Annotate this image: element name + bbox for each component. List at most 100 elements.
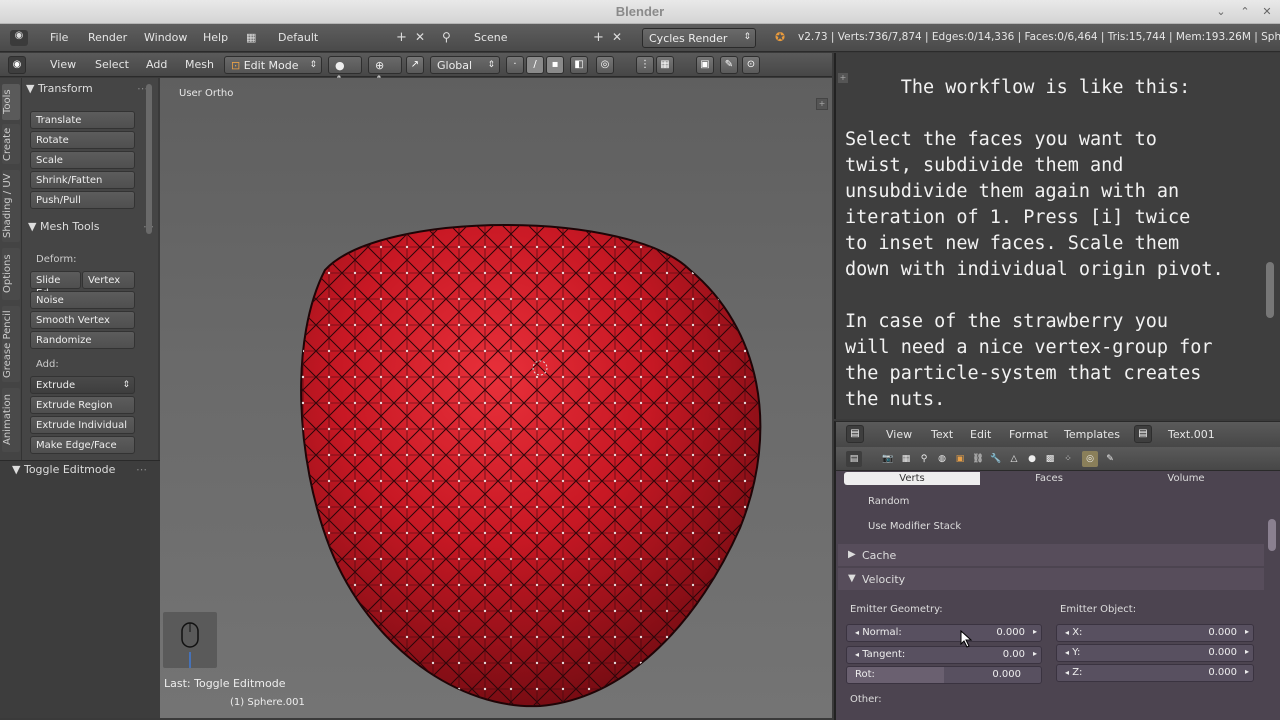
tab-faces[interactable]: Faces	[982, 472, 1116, 485]
text-editor[interactable]: + The workflow is like this: Select the …	[834, 53, 1280, 419]
remove-scene-icon[interactable]: ✕	[612, 30, 622, 44]
noise-button[interactable]: Noise	[30, 291, 135, 309]
close-icon[interactable]: ✕	[1260, 5, 1274, 19]
menu-view[interactable]: View	[50, 58, 76, 71]
rotate-button[interactable]: Rotate	[30, 131, 135, 149]
tab-shading-uv[interactable]: Shading / UV	[2, 170, 20, 242]
text-menu-view[interactable]: View	[886, 428, 912, 441]
text-datablock-icon[interactable]: ▤	[1134, 425, 1152, 443]
text-menu-text[interactable]: Text	[931, 428, 953, 441]
view3d-editor-icon[interactable]: ◉	[8, 56, 26, 74]
maximize-icon[interactable]: ⌃	[1238, 5, 1252, 19]
edge-select-icon[interactable]: /	[526, 56, 544, 74]
slide-edge-button[interactable]: Slide Ed	[30, 271, 81, 299]
snap-icon[interactable]: ⋮	[636, 56, 654, 74]
make-edge-face-button[interactable]: Make Edge/Face	[30, 436, 135, 454]
snap-element-icon[interactable]: ▦	[656, 56, 674, 74]
velocity-panel-header[interactable]: ▼ Velocity	[838, 568, 1264, 590]
tab-verts[interactable]: Verts	[844, 472, 980, 485]
3d-viewport[interactable]: User Ortho + Last: Toggle Editmode (1) S…	[160, 78, 832, 718]
extrude-dropdown[interactable]: Extrude ⇕	[30, 376, 135, 394]
limit-selection-icon[interactable]: ◧	[570, 56, 588, 74]
text-datablock-name[interactable]: Text.001	[1168, 428, 1215, 441]
data-tab-icon[interactable]: △	[1006, 451, 1022, 467]
manipulator-icon[interactable]: ↗	[406, 56, 424, 74]
physics-tab-icon[interactable]: ◎	[1082, 451, 1098, 467]
tab-tools[interactable]: Tools	[2, 84, 20, 120]
translate-button[interactable]: Translate	[30, 111, 135, 129]
camera-icon[interactable]: ⊙	[742, 56, 760, 74]
text-scrollbar[interactable]	[1266, 262, 1274, 318]
menu-add[interactable]: Add	[146, 58, 167, 71]
pin-icon[interactable]: ✎	[1102, 451, 1118, 467]
snap-target-icon[interactable]: ▣	[696, 56, 714, 74]
random-checkbox-label[interactable]: Random	[868, 496, 909, 507]
use-modifier-stack-label[interactable]: Use Modifier Stack	[868, 521, 961, 532]
menu-mesh[interactable]: Mesh	[185, 58, 214, 71]
render-engine-dropdown[interactable]: Cycles Render ⇕	[642, 28, 756, 48]
mode-dropdown[interactable]: ⊡ Edit Mode ⇕	[224, 56, 322, 74]
scene-tab-icon[interactable]: ⚲	[916, 451, 932, 467]
menu-render[interactable]: Render	[88, 31, 127, 44]
render-tab-icon[interactable]: 📷	[880, 451, 896, 467]
vertex-slide-button[interactable]: Vertex	[82, 271, 135, 289]
properties-editor-icon[interactable]: ▤	[846, 451, 862, 467]
remove-screen-icon[interactable]: ✕	[415, 30, 425, 44]
material-tab-icon[interactable]: ●	[1024, 451, 1040, 467]
proportional-edit-icon[interactable]: ◎	[596, 56, 614, 74]
normal-field[interactable]: ◂ Normal: 0.000 ▸	[846, 624, 1042, 642]
drag-handle-icon[interactable]: ⋯	[136, 463, 147, 476]
pivot-dropdown[interactable]: ⊕ ⇕	[368, 56, 402, 85]
mesh-tools-panel-header[interactable]: ▼ Mesh Tools ⋯	[28, 220, 154, 238]
text-content[interactable]: The workflow is like this: Select the fa…	[845, 75, 1265, 413]
extrude-region-button[interactable]: Extrude Region	[30, 396, 135, 414]
menu-window[interactable]: Window	[144, 31, 187, 44]
tool-shelf-scrollbar[interactable]	[146, 84, 152, 234]
menu-help[interactable]: Help	[203, 31, 228, 44]
menu-select[interactable]: Select	[95, 58, 129, 71]
y-field[interactable]: ◂ Y: 0.000 ▸	[1056, 644, 1254, 662]
tab-animation[interactable]: Animation	[2, 388, 20, 452]
world-tab-icon[interactable]: ◍	[934, 451, 950, 467]
menu-file[interactable]: File	[50, 31, 68, 44]
scale-button[interactable]: Scale	[30, 151, 135, 169]
face-select-icon[interactable]: ▪	[546, 56, 564, 74]
transform-panel-header[interactable]: ▼ Transform ⋯	[26, 82, 152, 100]
x-field[interactable]: ◂ X: 0.000 ▸	[1056, 624, 1254, 642]
randomize-button[interactable]: Randomize	[30, 331, 135, 349]
constraints-tab-icon[interactable]: ⛓	[970, 451, 986, 467]
object-tab-icon[interactable]: ▣	[952, 451, 968, 467]
texture-tab-icon[interactable]: ▩	[1042, 451, 1058, 467]
shrink-fatten-button[interactable]: Shrink/Fatten	[30, 171, 135, 189]
text-menu-edit[interactable]: Edit	[970, 428, 991, 441]
add-scene-icon[interactable]: +	[593, 30, 604, 45]
shading-dropdown[interactable]: ● ⇕	[328, 56, 362, 85]
modifiers-tab-icon[interactable]: 🔧	[988, 451, 1004, 467]
z-field[interactable]: ◂ Z: 0.000 ▸	[1056, 664, 1254, 682]
render-preview-icon[interactable]: ✎	[720, 56, 738, 74]
tab-create[interactable]: Create	[2, 124, 20, 164]
cache-panel-header[interactable]: ▶ Cache	[838, 544, 1264, 566]
tab-volume[interactable]: Volume	[1118, 472, 1254, 485]
properties-scrollbar[interactable]	[1268, 519, 1276, 551]
editor-type-icon[interactable]: ◉	[10, 30, 28, 46]
scene-icon[interactable]: ⚲	[442, 30, 451, 44]
extrude-individual-button[interactable]: Extrude Individual	[30, 416, 135, 434]
minimize-icon[interactable]: ⌄	[1214, 5, 1228, 19]
text-menu-format[interactable]: Format	[1009, 428, 1048, 441]
tab-options[interactable]: Options	[2, 248, 20, 300]
add-screen-icon[interactable]: +	[396, 30, 407, 45]
orientation-dropdown[interactable]: Global ⇕	[430, 56, 500, 74]
last-operator-header[interactable]: ▼ Toggle Editmode	[12, 463, 115, 476]
tab-grease-pencil[interactable]: Grease Pencil	[2, 306, 20, 382]
rot-field[interactable]: Rot: 0.000	[846, 666, 1042, 684]
particles-tab-icon[interactable]: ⁘	[1060, 451, 1076, 467]
vertex-select-icon[interactable]: ·	[506, 56, 524, 74]
push-pull-button[interactable]: Push/Pull	[30, 191, 135, 209]
screen-layout-name[interactable]: Default	[278, 31, 318, 44]
tangent-field[interactable]: ◂ Tangent: 0.00 ▸	[846, 646, 1042, 664]
text-editor-type-icon[interactable]: ▤	[846, 425, 864, 443]
smooth-vertex-button[interactable]: Smooth Vertex	[30, 311, 135, 329]
render-layers-tab-icon[interactable]: ▦	[898, 451, 914, 467]
text-menu-templates[interactable]: Templates	[1064, 428, 1120, 441]
